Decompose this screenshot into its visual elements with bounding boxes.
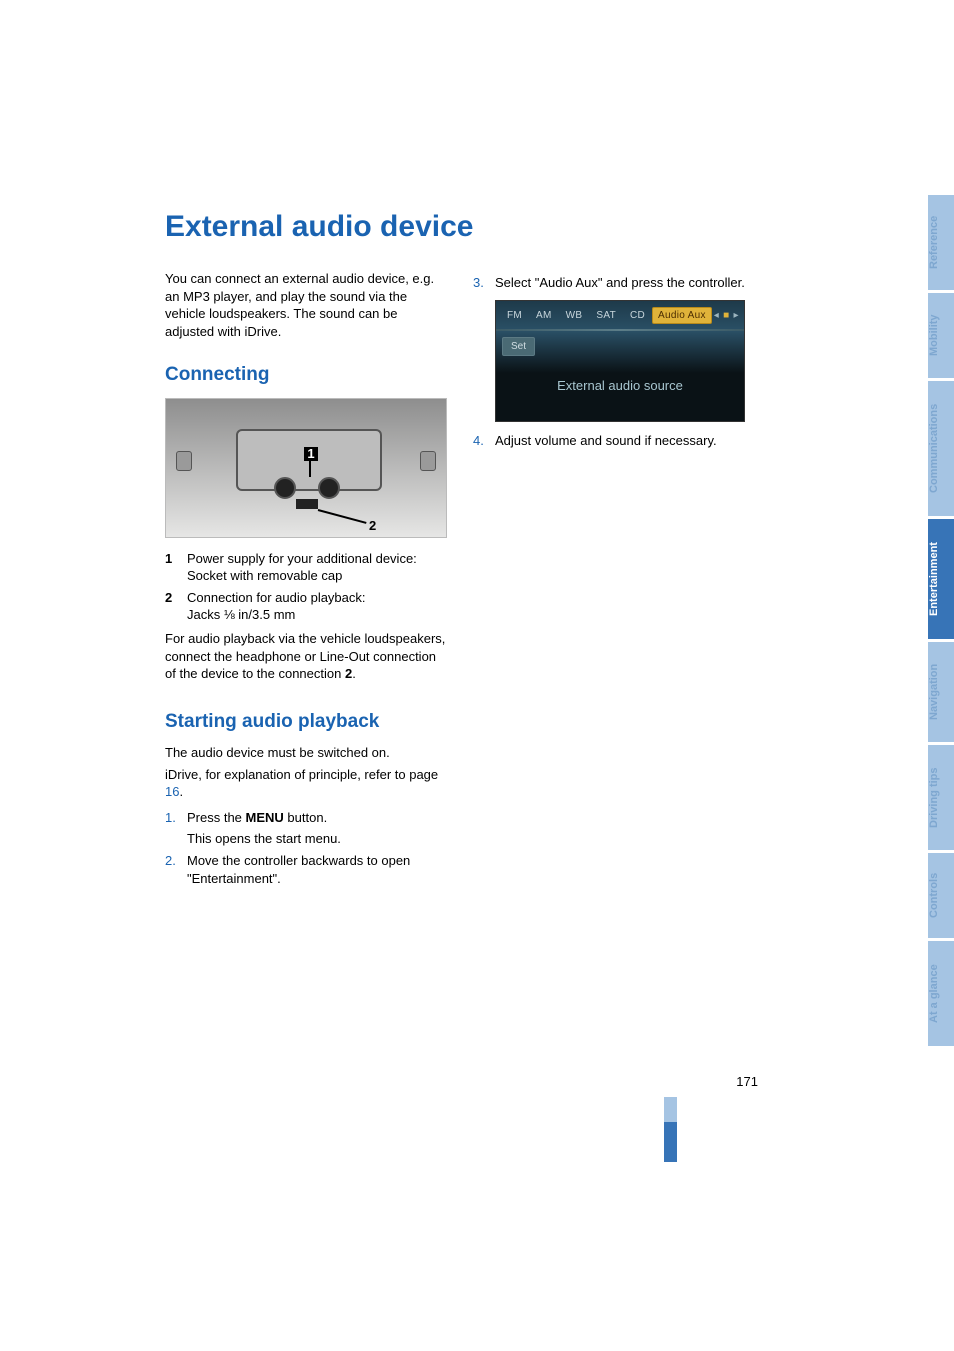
legend-text: Connection for audio playback: Jacks ⅛ i… <box>187 589 447 624</box>
side-tab-navigation[interactable]: Navigation <box>928 642 954 742</box>
tab-fm[interactable]: FM <box>500 307 529 325</box>
step-num: 1. <box>165 809 187 848</box>
legend-item-2: 2 Connection for audio playback: Jacks ⅛… <box>165 589 447 624</box>
knob-right-icon <box>318 477 340 499</box>
side-tab-mobility[interactable]: Mobility <box>928 293 954 378</box>
intro-text: You can connect an external audio device… <box>165 270 447 340</box>
figure-line-2 <box>318 509 367 524</box>
figure-label-2: 2 <box>369 517 376 535</box>
step-3: 3. Select "Audio Aux" and press the cont… <box>473 274 755 292</box>
tab-cd[interactable]: CD <box>623 307 652 325</box>
tab-wb[interactable]: WB <box>559 307 590 325</box>
footer-decoration <box>490 1097 756 1161</box>
set-button[interactable]: Set <box>502 337 535 357</box>
side-tab-at-a-glance[interactable]: At a glance <box>928 941 954 1046</box>
idrive-screenshot-wrapper: FM AM WB SAT CD Audio Aux ◂ ■ ▸ Set Exte… <box>473 300 755 422</box>
side-tab-controls[interactable]: Controls <box>928 853 954 938</box>
idrive-screenshot: FM AM WB SAT CD Audio Aux ◂ ■ ▸ Set Exte… <box>495 300 745 422</box>
starting-p2: iDrive, for explanation of principle, re… <box>165 766 447 801</box>
connecting-figure: 1 2 <box>165 398 447 538</box>
step-num: 2. <box>165 852 187 887</box>
tab-am[interactable]: AM <box>529 307 559 325</box>
speaker-icon: ■ <box>721 309 731 323</box>
divider <box>496 329 744 331</box>
starting-heading: Starting audio playback <box>165 709 447 735</box>
chevron-left-icon[interactable]: ◂ <box>712 309 721 323</box>
figure-line-1 <box>309 461 311 477</box>
step-text: Press the MENU button. This opens the st… <box>187 809 447 848</box>
cap-right-icon <box>420 451 436 471</box>
slot-icon <box>296 499 318 509</box>
right-column: 3. Select "Audio Aux" and press the cont… <box>473 200 755 891</box>
footer-bar-light <box>664 1097 677 1122</box>
tabs-row: FM AM WB SAT CD Audio Aux ◂ ■ ▸ <box>496 305 744 327</box>
side-tab-entertainment[interactable]: Entertainment <box>928 519 954 639</box>
page-number: 171 <box>0 1074 758 1089</box>
side-tab-bar: At a glance Controls Driving tips Naviga… <box>928 195 954 1046</box>
legend-text: Power supply for your additional device:… <box>187 550 447 585</box>
step-text: Move the controller backwards to open "E… <box>187 852 447 887</box>
legend-num: 2 <box>165 589 187 624</box>
side-tab-reference[interactable]: Reference <box>928 195 954 290</box>
side-tab-driving-tips[interactable]: Driving tips <box>928 745 954 850</box>
footer-bar-dark <box>664 1122 677 1162</box>
tab-audio-aux[interactable]: Audio Aux <box>652 307 712 325</box>
knob-left-icon <box>274 477 296 499</box>
left-column: You can connect an external audio device… <box>165 200 447 891</box>
legend-item-1: 1 Power supply for your additional devic… <box>165 550 447 585</box>
connecting-heading: Connecting <box>165 362 447 388</box>
step-num: 4. <box>473 432 495 450</box>
figure-label-1: 1 <box>304 447 318 461</box>
page: External audio device At a glance Contro… <box>0 0 954 1351</box>
chevron-right-icon[interactable]: ▸ <box>731 309 740 323</box>
step-text: Select "Audio Aux" and press the control… <box>495 274 755 292</box>
cap-left-icon <box>176 451 192 471</box>
step-text: Adjust volume and sound if necessary. <box>495 432 755 450</box>
tab-sat[interactable]: SAT <box>589 307 623 325</box>
step-1: 1. Press the MENU button. This opens the… <box>165 809 447 848</box>
step-2: 2. Move the controller backwards to open… <box>165 852 447 887</box>
step-num: 3. <box>473 274 495 292</box>
page-ref-link[interactable]: 16 <box>165 784 179 799</box>
step-4: 4. Adjust volume and sound if necessary. <box>473 432 755 450</box>
starting-p1: The audio device must be switched on. <box>165 744 447 762</box>
connecting-note: For audio playback via the vehicle louds… <box>165 630 447 683</box>
legend-num: 1 <box>165 550 187 585</box>
content-area: You can connect an external audio device… <box>165 200 755 891</box>
side-tab-communications[interactable]: Communications <box>928 381 954 516</box>
screenshot-main-text: External audio source <box>496 377 744 395</box>
